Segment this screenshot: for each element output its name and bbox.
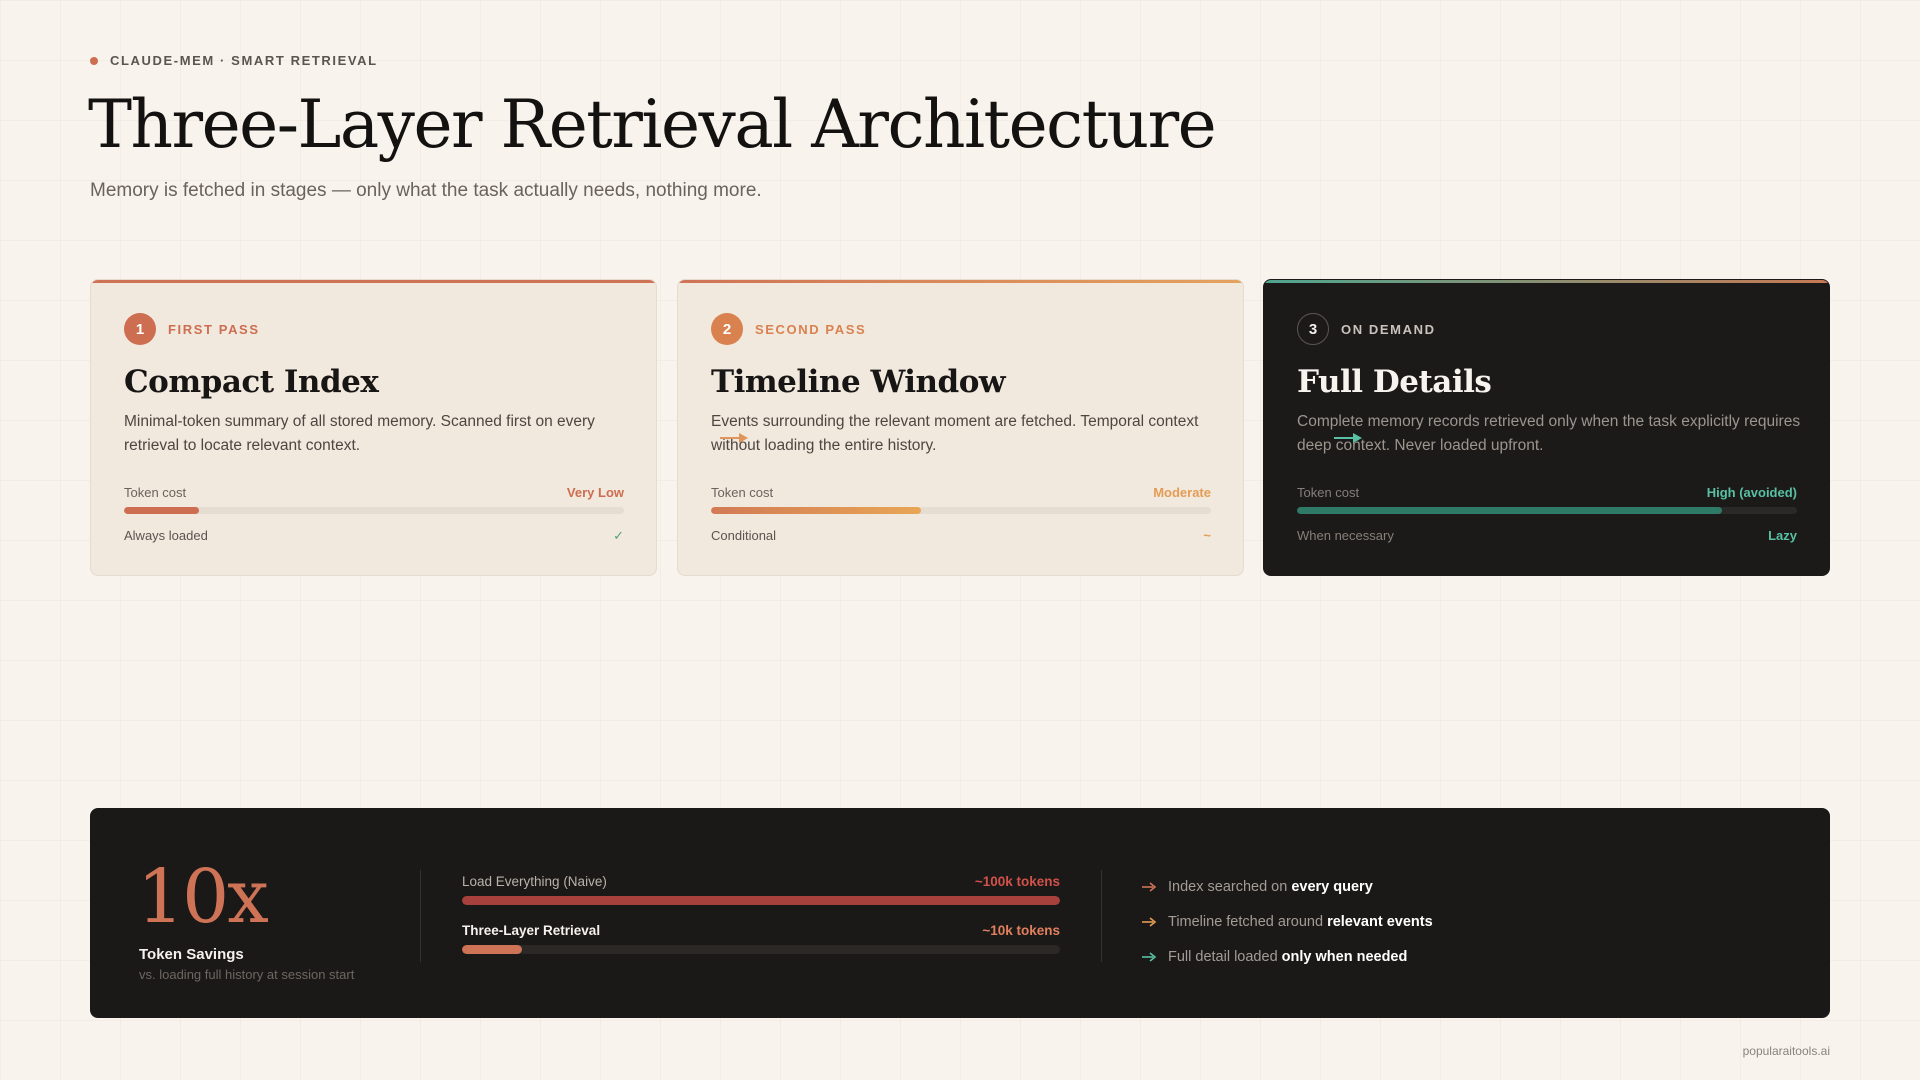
card-title: Timeline Window	[711, 364, 1006, 400]
step-number-badge: 1	[124, 313, 156, 345]
comparison-value: ~10k tokens	[982, 923, 1060, 938]
comparison-bar-fill	[462, 945, 522, 954]
card-description: Events surrounding the relevant moment a…	[711, 413, 1199, 454]
card-title: Full Details	[1297, 364, 1492, 400]
comparison-value: ~100k tokens	[974, 874, 1060, 889]
step-label: SECOND PASS	[755, 321, 867, 337]
savings-sublabel: vs. loading full history at session star…	[139, 967, 355, 982]
token-cost-bar	[711, 507, 1211, 514]
card-accent-bar	[678, 280, 1243, 283]
token-cost-value: High (avoided)	[1706, 485, 1797, 500]
token-cost-value: Very Low	[566, 485, 624, 500]
card-description: Minimal-token summary of all stored memo…	[124, 413, 595, 454]
token-cost-label: Token cost	[711, 485, 774, 500]
token-cost-value: Moderate	[1153, 485, 1211, 500]
page-title: Three-Layer Retrieval Architecture	[88, 86, 1217, 163]
card-description: Complete memory records retrieved only w…	[1297, 413, 1801, 454]
layer-card-compact-index: 1 FIRST PASS Compact Index Minimal-token…	[90, 279, 657, 576]
card-accent-bar	[1264, 280, 1829, 283]
arrow-right-icon	[1334, 433, 1362, 443]
benefit-item: Timeline fetched around relevant events	[1142, 904, 1433, 939]
token-cost-bar	[1297, 507, 1797, 514]
step-row: 3 ON DEMAND	[1297, 313, 1436, 345]
comparison-bar	[462, 945, 1060, 954]
comparison-row-naive: Load Everything (Naive) ~100k tokens	[462, 874, 1060, 905]
benefit-item: Index searched on every query	[1142, 869, 1433, 904]
step-number-badge: 3	[1297, 313, 1329, 345]
comparison-bar-fill	[462, 896, 1060, 905]
divider	[1101, 870, 1102, 962]
arrow-right-icon	[1142, 916, 1157, 927]
page-subtitle: Memory is fetched in stages — only what …	[90, 180, 762, 201]
comparison-bar	[462, 896, 1060, 905]
arrow-right-icon	[720, 433, 748, 443]
benefit-text: Full detail loaded only when needed	[1168, 948, 1408, 965]
card-title: Compact Index	[124, 364, 379, 400]
load-policy-label: When necessary	[1297, 528, 1394, 543]
comparison-name: Three-Layer Retrieval	[462, 923, 601, 938]
savings-label: Token Savings	[139, 946, 244, 963]
layer-card-full-details: 3 ON DEMAND Full Details Complete memory…	[1263, 279, 1830, 576]
footer-credit: popularaitools.ai	[1742, 1044, 1830, 1058]
load-policy-row: Conditional ~	[711, 528, 1211, 543]
token-cost-row: Token cost High (avoided)	[1297, 485, 1797, 500]
step-number-badge: 2	[711, 313, 743, 345]
load-policy-row: Always loaded ✓	[124, 528, 624, 544]
eyebrow: CLAUDE-MEM · SMART RETRIEVAL	[90, 53, 378, 68]
savings-multiplier: 10x	[137, 854, 269, 940]
token-cost-bar	[124, 507, 624, 514]
step-row: 2 SECOND PASS	[711, 313, 866, 345]
comparison-row-three-layer: Three-Layer Retrieval ~10k tokens	[462, 923, 1060, 954]
eyebrow-text: CLAUDE-MEM · SMART RETRIEVAL	[110, 53, 378, 68]
eyebrow-dot-icon	[90, 56, 98, 65]
comparison-name: Load Everything (Naive)	[462, 874, 607, 889]
token-cost-bar-fill	[124, 507, 199, 514]
benefit-item: Full detail loaded only when needed	[1142, 939, 1433, 974]
step-label: FIRST PASS	[168, 321, 260, 337]
benefit-text: Timeline fetched around relevant events	[1168, 913, 1433, 930]
load-policy-label: Conditional	[711, 528, 777, 543]
load-policy-value: Lazy	[1768, 528, 1797, 543]
card-accent-bar	[91, 280, 656, 283]
layer-card-timeline-window: 2 SECOND PASS Timeline Window Events sur…	[677, 279, 1244, 576]
arrow-right-icon	[1142, 881, 1157, 892]
load-policy-row: When necessary Lazy	[1297, 528, 1797, 543]
token-cost-row: Token cost Very Low	[124, 485, 624, 500]
check-icon: ✓	[613, 528, 624, 543]
savings-summary-panel: 10x Token Savings vs. loading full histo…	[90, 808, 1830, 1018]
step-label: ON DEMAND	[1341, 321, 1436, 337]
token-cost-bar-fill	[1297, 507, 1722, 514]
token-cost-label: Token cost	[1297, 485, 1360, 500]
token-cost-bar-fill	[711, 507, 921, 514]
tilde-icon: ~	[1203, 528, 1211, 543]
token-cost-label: Token cost	[124, 485, 187, 500]
arrow-right-icon	[1142, 951, 1157, 962]
token-cost-row: Token cost Moderate	[711, 485, 1211, 500]
load-policy-label: Always loaded	[124, 528, 208, 543]
divider	[420, 870, 421, 962]
benefit-list: Index searched on every query Timeline f…	[1142, 869, 1433, 974]
benefit-text: Index searched on every query	[1168, 878, 1373, 895]
step-row: 1 FIRST PASS	[124, 313, 260, 345]
